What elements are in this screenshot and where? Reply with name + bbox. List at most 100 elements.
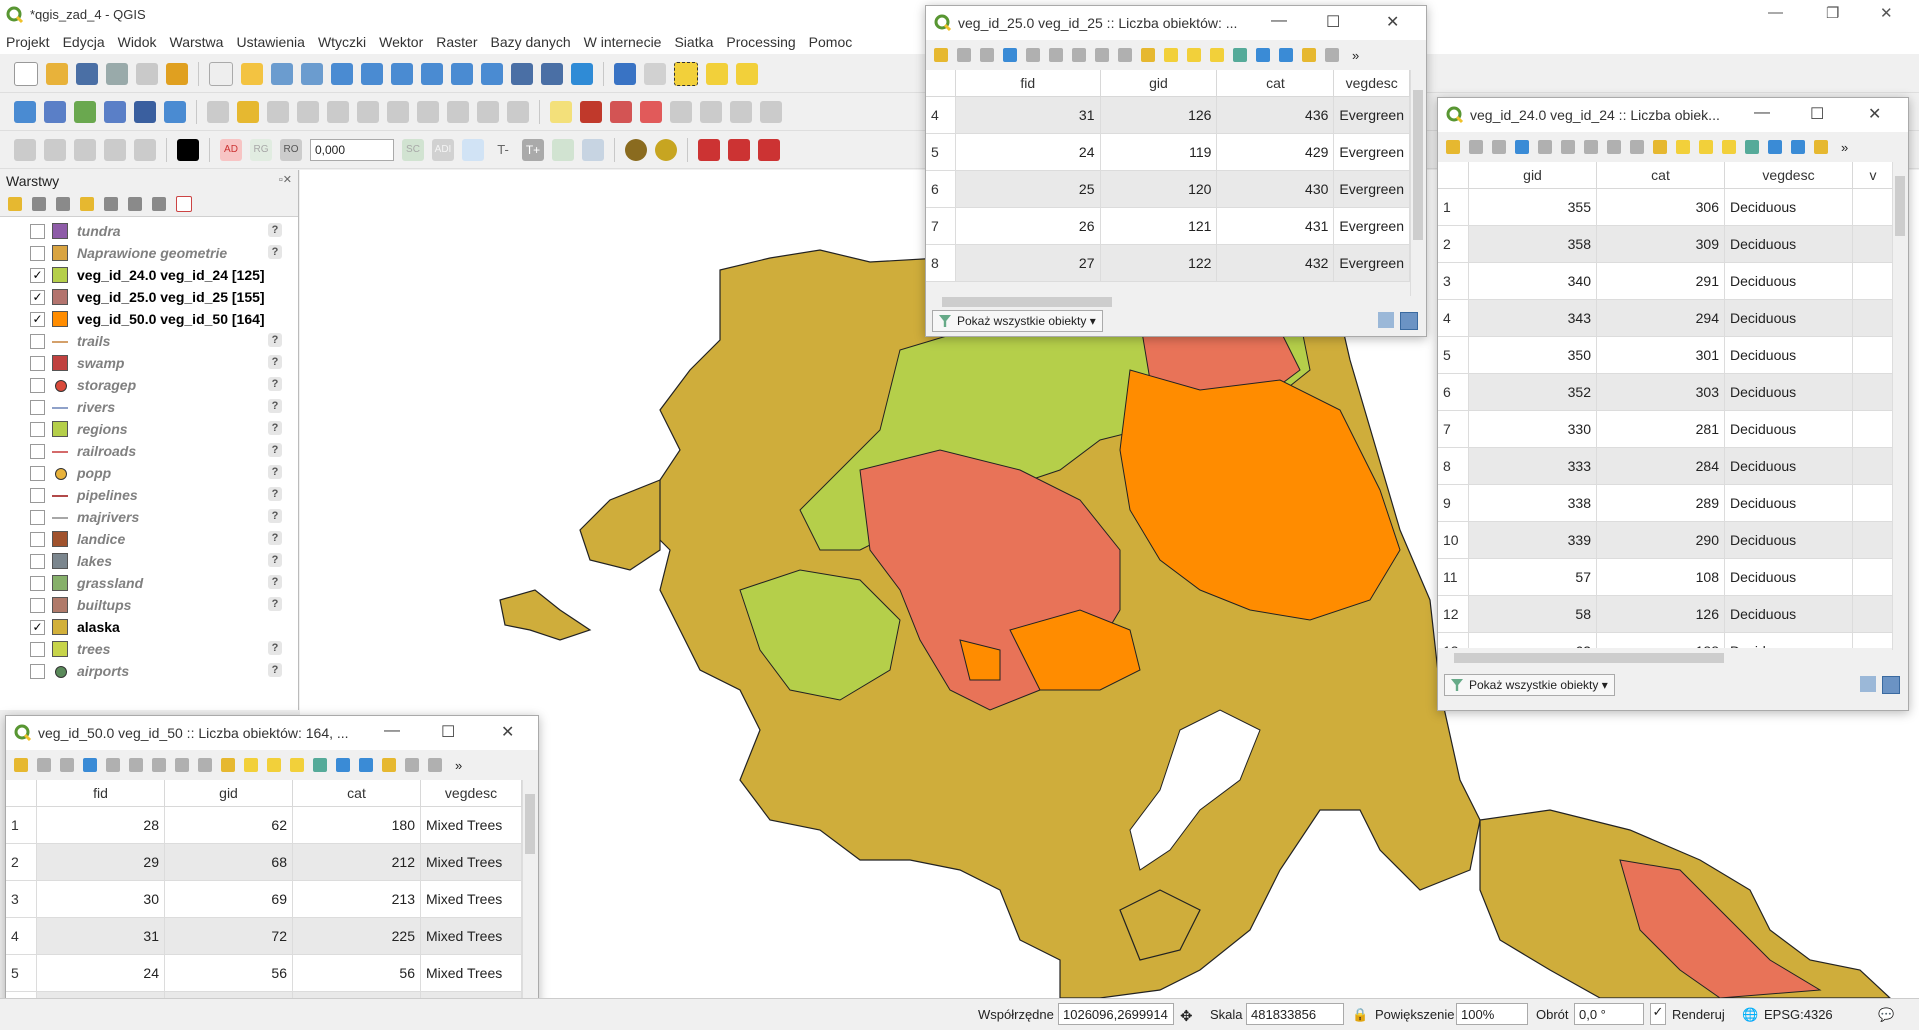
- cell-gid[interactable]: 63: [1468, 632, 1597, 648]
- new-layer-icon[interactable]: [44, 100, 66, 123]
- table-row[interactable]: 2 29 68 212 Mixed Trees: [6, 843, 522, 881]
- save-edits-icon[interactable]: [980, 48, 994, 62]
- pan-icon[interactable]: [209, 61, 233, 86]
- rotation-spinbox[interactable]: 0,0 °: [1574, 1003, 1644, 1025]
- table-row[interactable]: 7 26 121 431 Evergreen: [926, 207, 1410, 245]
- add-database-icon[interactable]: [134, 100, 156, 123]
- layer-item[interactable]: ✓ veg_id_24.0 veg_id_24 [125]: [0, 265, 296, 285]
- save-edits-icon[interactable]: [1492, 140, 1506, 154]
- add-part-icon[interactable]: [44, 138, 66, 161]
- layer-item[interactable]: landice?: [0, 529, 296, 549]
- cell-cat[interactable]: 108: [1596, 558, 1725, 596]
- cell-vegdesc[interactable]: Mixed Trees: [420, 954, 522, 992]
- move-selection-top-icon[interactable]: [1768, 140, 1782, 154]
- table-row[interactable]: 8 333 284 Deciduous: [1438, 447, 1894, 485]
- pin-labels-icon[interactable]: [610, 100, 632, 123]
- highlight-labels-icon[interactable]: [640, 100, 662, 123]
- style-panel-icon[interactable]: [8, 197, 22, 211]
- cell-cat[interactable]: 430: [1216, 170, 1335, 208]
- cell-cat[interactable]: 436: [1216, 96, 1335, 134]
- maximize-button[interactable]: ☐: [441, 722, 455, 742]
- close-button[interactable]: ✕: [1868, 104, 1881, 124]
- merge-icon[interactable]: [552, 138, 574, 161]
- toggle-editing-icon[interactable]: [237, 100, 259, 123]
- deselect-all-icon[interactable]: [290, 758, 304, 772]
- column-header[interactable]: gid: [1100, 70, 1218, 97]
- layer-visibility-checkbox[interactable]: ✓: [30, 268, 45, 283]
- globe-icon[interactable]: 🌐: [1742, 1007, 1758, 1023]
- layer-warning-icon[interactable]: ?: [268, 509, 282, 523]
- data-source-manager-icon[interactable]: [14, 100, 36, 123]
- reload-icon[interactable]: [83, 758, 97, 772]
- pan-to-selected-icon[interactable]: [1279, 48, 1293, 62]
- row-number[interactable]: 3: [1438, 262, 1469, 300]
- cell-vegdesc[interactable]: Deciduous: [1724, 188, 1853, 226]
- layer-diagram-icon[interactable]: [580, 100, 602, 123]
- row-number[interactable]: 4: [1438, 299, 1469, 337]
- layer-warning-icon[interactable]: ?: [268, 223, 282, 237]
- undo-icon[interactable]: [477, 100, 499, 123]
- cell-cat[interactable]: 431: [1216, 207, 1335, 245]
- open-project-icon[interactable]: [46, 62, 68, 85]
- cell-gid[interactable]: 358: [1468, 225, 1597, 263]
- column-header[interactable]: fid: [955, 70, 1101, 97]
- toggle-extents-icon[interactable]: ✥: [1180, 1007, 1193, 1025]
- cell-gid[interactable]: 56: [164, 954, 293, 992]
- georef-icon[interactable]: [698, 138, 720, 161]
- cell-cat[interactable]: 301: [1596, 336, 1725, 374]
- cut-features-icon[interactable]: [387, 100, 409, 123]
- layer-visibility-checkbox[interactable]: [30, 246, 45, 261]
- column-header[interactable]: fid: [36, 780, 165, 807]
- deselect-icon[interactable]: [736, 62, 758, 85]
- cell-empty[interactable]: [1852, 484, 1894, 522]
- table-row[interactable]: 4 343 294 Deciduous: [1438, 299, 1894, 337]
- row-number[interactable]: 3: [6, 880, 37, 918]
- table-row[interactable]: 5 350 301 Deciduous: [1438, 336, 1894, 374]
- layer-visibility-checkbox[interactable]: [30, 466, 45, 481]
- paste-features-icon[interactable]: [447, 100, 469, 123]
- delete-feature-icon[interactable]: [129, 758, 143, 772]
- form-view-icon[interactable]: [1378, 312, 1394, 328]
- cell-cat[interactable]: 294: [1596, 299, 1725, 337]
- cell-empty[interactable]: [1852, 188, 1894, 226]
- label-tool-icon[interactable]: [550, 100, 572, 123]
- zoom-next-icon[interactable]: [481, 62, 503, 85]
- row-number[interactable]: 5: [926, 133, 957, 171]
- redo-icon[interactable]: [507, 100, 529, 123]
- zoom-selection-icon[interactable]: [361, 62, 383, 85]
- show-bookmarks-icon[interactable]: [541, 62, 563, 85]
- save-edits-icon[interactable]: [60, 758, 74, 772]
- cell-cat[interactable]: 291: [1596, 262, 1725, 300]
- delete-selected-icon[interactable]: [357, 100, 379, 123]
- invert-selection-icon[interactable]: [1699, 140, 1713, 154]
- minimize-button[interactable]: —: [1271, 12, 1287, 30]
- cell-gid[interactable]: 126: [1100, 96, 1218, 134]
- layer-warning-icon[interactable]: ?: [268, 399, 282, 413]
- offset-icon[interactable]: [462, 138, 484, 161]
- multi-edit-icon[interactable]: [957, 48, 971, 62]
- cell-gid[interactable]: 330: [1468, 410, 1597, 448]
- menu-w-internecie[interactable]: W internecie: [584, 34, 662, 50]
- sc-badge[interactable]: SC: [402, 138, 424, 161]
- column-header[interactable]: cat: [292, 780, 421, 807]
- cell-cat[interactable]: 281: [1596, 410, 1725, 448]
- layer-visibility-checkbox[interactable]: ✓: [30, 312, 45, 327]
- cell-cat[interactable]: 284: [1596, 447, 1725, 485]
- tolerance-spinbox[interactable]: 0,000: [310, 138, 394, 161]
- cell-vegdesc[interactable]: Deciduous: [1724, 484, 1853, 522]
- layer-item[interactable]: trails?: [0, 331, 296, 351]
- close-button[interactable]: ✕: [1386, 12, 1399, 32]
- table-view-icon[interactable]: [1400, 312, 1418, 330]
- column-header[interactable]: cat: [1216, 70, 1335, 97]
- layer-warning-icon[interactable]: ?: [268, 553, 282, 567]
- cell-empty[interactable]: [1852, 373, 1894, 411]
- menu-bazy-danych[interactable]: Bazy danych: [490, 34, 570, 50]
- table-row[interactable]: 11 57 108 Deciduous: [1438, 558, 1894, 596]
- layer-warning-icon[interactable]: ?: [268, 355, 282, 369]
- deselect-all-icon[interactable]: [1722, 140, 1736, 154]
- filter-icon[interactable]: [1233, 48, 1247, 62]
- row-number[interactable]: 5: [6, 954, 37, 992]
- minimize-button[interactable]: —: [384, 722, 400, 740]
- cell-gid[interactable]: 343: [1468, 299, 1597, 337]
- layer-visibility-checkbox[interactable]: ✓: [30, 620, 45, 635]
